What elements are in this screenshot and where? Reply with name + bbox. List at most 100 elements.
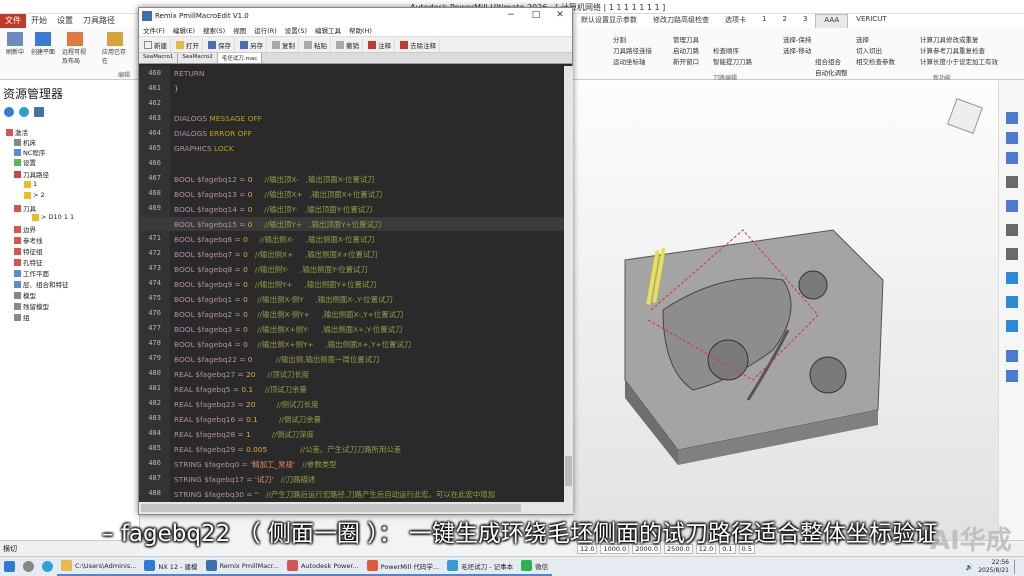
tree-item[interactable]: 组 xyxy=(14,312,30,322)
menu-setup[interactable]: 设置 xyxy=(52,14,78,28)
create-plane-button[interactable]: 创建平面 xyxy=(30,32,56,56)
taskbar-app[interactable]: 微信 xyxy=(517,558,553,576)
code-line[interactable]: BOOL $fagebq1 = 0 //输出侧X-侧Y ,输出侧面X-,Y-位置… xyxy=(174,294,393,305)
code-line[interactable]: REAL $fagebq28 = 1 //侧试刀深度 xyxy=(174,429,314,440)
show-desktop-button[interactable] xyxy=(1014,560,1020,574)
zoom-fit-icon[interactable] xyxy=(1006,224,1018,236)
code-line[interactable]: BOOL $fagebq12 = 0 //输出顶X- ,输出顶面X-位置试刀 xyxy=(174,174,375,185)
ribbon-calc-ref-check[interactable]: 计算参考刀具重复检查 xyxy=(920,45,985,55)
code-line[interactable]: RETURN xyxy=(174,69,204,78)
ribbon-select[interactable]: 选择 xyxy=(856,34,869,44)
code-line[interactable]: BOOL $fagebq15 = 0 //输出顶Y+ ,输出顶面Y+位置试刀 xyxy=(174,219,381,230)
menu-start[interactable]: 开始 xyxy=(26,14,52,28)
file-tab[interactable]: SeaMacro1 xyxy=(139,53,179,63)
search-icon[interactable] xyxy=(1006,248,1018,260)
taskbar-app[interactable]: Autodesk Power... xyxy=(282,558,363,576)
tree-item[interactable]: 刀具 xyxy=(14,203,36,213)
menu-item[interactable]: 帮助(H) xyxy=(345,24,376,36)
maximize-button[interactable]: □ xyxy=(524,8,548,24)
tree-item[interactable]: 层、组合和特征 xyxy=(14,279,69,289)
menu-item[interactable]: 编辑(E) xyxy=(169,24,199,36)
code-line[interactable]: BOOL $fagebq8 = 0 //输出侧Y- ,输出侧面Y-位置试刀 xyxy=(174,264,368,275)
taskbar-app[interactable]: 毛坯试刀 - 记事本 xyxy=(443,558,518,576)
rotate-icon[interactable] xyxy=(1006,132,1018,144)
ribbon-calc-repeat[interactable]: 计算刀具修改或重复 xyxy=(920,34,979,44)
code-line[interactable]: REAL $fagebq29 = 0.005 //公差。产生试刀刀路所用公差 xyxy=(174,444,401,455)
code-line[interactable]: REAL $fagebq23 = 20 //侧试刀长度 xyxy=(174,399,319,410)
remote-view-button[interactable]: 远程可视及布局 xyxy=(62,32,88,65)
ribbon-start-path[interactable]: 启动刀路 xyxy=(673,45,699,55)
code-line[interactable]: REAL $fagebq16 = 0.1 //侧试刀余量 xyxy=(174,414,321,425)
tab-display-params[interactable]: 默认设置显示参数 xyxy=(573,14,645,28)
file-tab-active[interactable]: 毛坯试刀.mac xyxy=(217,53,263,63)
code-line[interactable]: } xyxy=(174,84,179,93)
ribbon-intersect-params[interactable]: 相交检查参数 xyxy=(856,56,895,66)
tree-item[interactable]: 工作平面 xyxy=(14,268,49,278)
vertical-scrollbar[interactable] xyxy=(564,66,573,502)
left-status-text[interactable]: 横切 xyxy=(3,545,17,553)
menu-toolpath[interactable]: 刀具路径 xyxy=(78,14,120,28)
undo-button[interactable]: 撤销 xyxy=(333,37,363,52)
code-line[interactable]: BOOL $fagebq13 = 0 //输出顶X+ ,输出顶面X+位置试刀 xyxy=(174,189,382,200)
copy-button[interactable]: 复制 xyxy=(269,37,299,52)
view-icon[interactable] xyxy=(1006,176,1018,188)
zoom-icon[interactable] xyxy=(1006,112,1018,124)
code-line[interactable]: BOOL $fagebq3 = 0 //输出侧X+侧Y- ,输出侧面X+,Y-位… xyxy=(174,324,402,335)
tree-item[interactable]: 残留模型 xyxy=(14,301,49,311)
save-button[interactable]: 保存 xyxy=(205,37,235,52)
save-as-button[interactable]: 另存 xyxy=(237,37,267,52)
open-button[interactable]: 打开 xyxy=(173,37,203,52)
edge-button[interactable] xyxy=(38,558,57,576)
home-icon[interactable] xyxy=(4,107,14,117)
tree-item[interactable]: 模型 xyxy=(14,290,36,300)
code-line[interactable]: DIALOGS ERROR OFF xyxy=(174,129,252,138)
menu-item[interactable]: 文件(F) xyxy=(139,24,169,36)
close-button[interactable]: ✕ xyxy=(548,8,572,24)
delete-icon[interactable] xyxy=(34,107,44,117)
code-line[interactable]: BOOL $fagebq22 = 0 //输出侧,输出侧面一周位置试刀 xyxy=(174,354,379,365)
horizontal-scrollbar[interactable] xyxy=(139,502,573,514)
globe-icon[interactable] xyxy=(19,107,29,117)
search-button[interactable] xyxy=(19,558,38,576)
taskbar-app[interactable]: NX 12 - 建模 xyxy=(140,558,202,576)
scroll-thumb[interactable] xyxy=(565,456,572,486)
tree-item[interactable]: > 2 xyxy=(24,191,45,199)
refresh-button[interactable]: 刷新中 xyxy=(2,32,28,56)
section-icon[interactable] xyxy=(1006,320,1018,332)
tree-item[interactable]: 边界 xyxy=(14,224,36,234)
layer-icon[interactable] xyxy=(1006,200,1018,212)
menu-item[interactable]: 视图 xyxy=(229,24,250,36)
code-line[interactable]: STRING $fagebq30 = '' //产生刀路后运行宏路径,刀路产生后… xyxy=(174,489,495,500)
tab-3[interactable]: 3 xyxy=(795,14,815,28)
ribbon-split[interactable]: 分割 xyxy=(613,34,626,44)
new-button[interactable]: 新建 xyxy=(141,37,171,52)
menu-item[interactable]: 搜索(S) xyxy=(199,24,229,36)
tree-item[interactable]: 孔特征 xyxy=(14,257,43,267)
code-line[interactable]: BOOL $fagebq6 = 0 //输出侧X- ,输出侧面X-位置试刀 xyxy=(174,234,375,245)
ribbon-check-order[interactable]: 检查顺序 xyxy=(713,45,739,55)
scroll-thumb[interactable] xyxy=(141,504,521,512)
tree-item[interactable]: 参考线 xyxy=(14,235,43,245)
menu-item[interactable]: 编辑工具 xyxy=(311,24,345,36)
tab-2[interactable]: 2 xyxy=(774,14,794,28)
code-line[interactable]: BOOL $fagebq2 = 0 //输出侧X-侧Y+ ,输出侧面X-,Y+位… xyxy=(174,309,403,320)
3d-viewport[interactable] xyxy=(573,80,998,540)
code-line[interactable]: BOOL $fagebq14 = 0 //输出顶Y- ,输出顶面Y-位置试刀 xyxy=(174,204,373,215)
clock[interactable]: 22:56 2025/8/21 xyxy=(978,559,1009,575)
pan-icon[interactable] xyxy=(1006,152,1018,164)
tab-options[interactable]: 选项卡 xyxy=(717,14,754,28)
tab-1[interactable]: 1 xyxy=(754,14,774,28)
taskbar-app[interactable]: C:\Users\Adminis... xyxy=(57,558,141,576)
start-button[interactable] xyxy=(0,558,19,576)
tab-vericut[interactable]: VERICUT xyxy=(848,14,894,28)
ribbon-new-window[interactable]: 新开窗口 xyxy=(673,56,699,66)
ribbon-combine[interactable]: 组合组合 xyxy=(815,56,841,66)
select-icon[interactable] xyxy=(1006,350,1018,362)
ribbon-select-move[interactable]: 选择-移动 xyxy=(783,45,811,55)
tree-item[interactable]: NC程序 xyxy=(14,147,45,157)
tree-item[interactable]: > D10 1 1 xyxy=(32,213,74,221)
code-line[interactable]: BOOL $fagebq9 = 0 //输出侧Y+ ,输出侧面Y+位置试刀 xyxy=(174,279,377,290)
menu-item[interactable]: 设置(S) xyxy=(281,24,311,36)
ribbon-toolpath-connect[interactable]: 刀具路径连接 xyxy=(613,45,652,55)
tree-item[interactable]: 机床 xyxy=(14,137,36,147)
